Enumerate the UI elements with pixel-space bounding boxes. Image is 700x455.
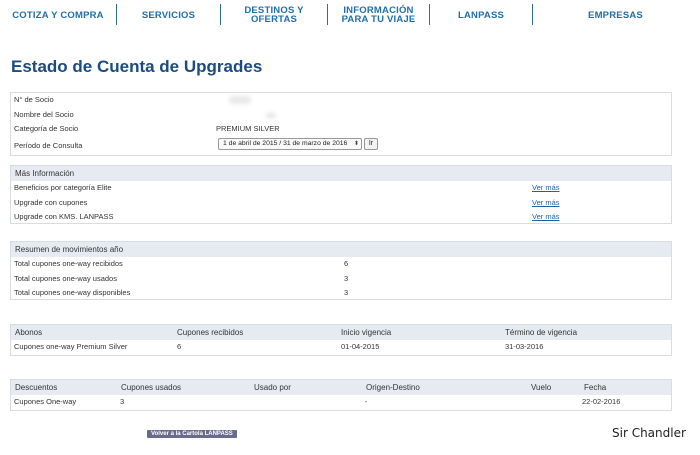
member-info-box: N° de Socio Nombre del Socio Categoría d… [10,92,672,156]
cell-fecha: 22-02-2016 [582,397,621,406]
table-row: Cupones One-way 3 - 22-02-2016 [11,395,671,409]
back-to-cartola-button[interactable]: Volver a la Cartola LANPASS [147,430,237,438]
watermark: Sir Chandler [612,426,686,440]
cell-cupones-recibidos: 6 [177,342,182,351]
more-info-box: Más Información Beneficios por categoría… [10,165,672,224]
nav-lanpass[interactable]: LANPASS [430,0,532,30]
ver-mas-link[interactable]: Ver más [532,196,560,211]
member-category-label: Categoría de Socio [14,124,79,133]
period-row: Período de Consulta 1 de abril de 2015 /… [11,137,671,154]
more-info-row: Beneficios por categoría Elite Ver más [11,181,671,196]
period-select-value: 1 de abril de 2015 / 31 de marzo de 2016 [223,139,348,147]
summary-box: Resumen de movimientos año Total cupones… [10,241,672,300]
redacted-value [266,112,276,118]
summary-value: 3 [344,288,349,297]
col-usado-por: Usado por [254,383,291,392]
cell-abono: Cupones one-way Premium Silver [14,342,128,351]
select-arrows-icon: ⬍ [353,140,359,147]
abonos-table: Abonos Cupones recibidos Inicio vigencia… [10,324,672,356]
ver-mas-link[interactable]: Ver más [532,210,560,225]
col-termino-vigencia: Término de vigencia [505,328,578,337]
more-info-label: Beneficios por categoría Elite [14,183,112,192]
col-vuelo: Vuelo [531,383,552,392]
member-category-value: PREMIUM SILVER [216,124,280,133]
table-header: Descuentos Cupones usados Usado por Orig… [11,380,671,395]
member-number-row: N° de Socio [11,93,671,108]
more-info-label: Upgrade con cupones [14,197,88,207]
col-inicio-vigencia: Inicio vigencia [341,328,392,337]
cell-origen-destino: - [365,397,368,406]
member-name-row: Nombre del Socio [11,108,671,123]
summary-value: 3 [344,273,349,283]
more-info-row: Upgrade con cupones Ver más [11,196,671,211]
cell-termino-vigencia: 31-03-2016 [505,342,544,351]
summary-label: Total cupones one-way recibidos [14,259,123,268]
col-fecha: Fecha [584,383,607,392]
cell-cupones-usados: 3 [120,397,125,406]
nav-informacion-viaje[interactable]: INFORMACIÓN PARA TU VIAJE [328,0,429,30]
table-header: Abonos Cupones recibidos Inicio vigencia… [11,325,671,340]
more-info-row: Upgrade con KMS. LANPASS Ver más [11,210,671,225]
col-cupones-recibidos: Cupones recibidos [177,328,244,337]
go-button[interactable]: Ir [364,137,378,150]
more-info-header: Más Información [11,166,671,181]
period-select[interactable]: 1 de abril de 2015 / 31 de marzo de 2016… [218,137,362,150]
top-navigation: COTIZA Y COMPRA SERVICIOS DESTINOS Y OFE… [0,0,700,30]
ver-mas-link[interactable]: Ver más [532,181,560,196]
cell-inicio-vigencia: 01-04-2015 [341,342,380,351]
member-number-label: N° de Socio [14,95,54,104]
col-descuentos: Descuentos [15,383,58,392]
nav-informacion-label: INFORMACIÓN PARA TU VIAJE [341,5,416,25]
period-label: Período de Consulta [14,140,83,150]
cell-descuento: Cupones One-way [14,397,77,406]
table-row: Cupones one-way Premium Silver 6 01-04-2… [11,340,671,354]
more-info-label: Upgrade con KMS. LANPASS [14,212,114,221]
summary-row: Total cupones one-way recibidos 6 [11,257,671,272]
redacted-value [229,96,251,104]
nav-empresas[interactable]: EMPRESAS [533,0,698,30]
col-abonos: Abonos [15,328,43,337]
col-cupones-usados: Cupones usados [121,383,182,392]
summary-label: Total cupones one-way disponibles [14,288,131,297]
nav-cotiza-y-compra[interactable]: COTIZA Y COMPRA [0,0,116,30]
page-title: Estado de Cuenta de Upgrades [11,57,263,76]
member-category-row: Categoría de Socio PREMIUM SILVER [11,122,671,137]
summary-label: Total cupones one-way usados [14,273,117,283]
descuentos-table: Descuentos Cupones usados Usado por Orig… [10,379,672,411]
col-origen-destino: Origen-Destino [366,383,420,392]
summary-row: Total cupones one-way disponibles 3 [11,286,671,301]
member-name-label: Nombre del Socio [14,109,74,119]
summary-row: Total cupones one-way usados 3 [11,272,671,287]
summary-value: 6 [344,259,349,268]
summary-header: Resumen de movimientos año [11,242,671,257]
nav-servicios[interactable]: SERVICIOS [117,0,220,30]
nav-destinos-y-ofertas[interactable]: DESTINOS Y OFERTAS [221,0,327,30]
